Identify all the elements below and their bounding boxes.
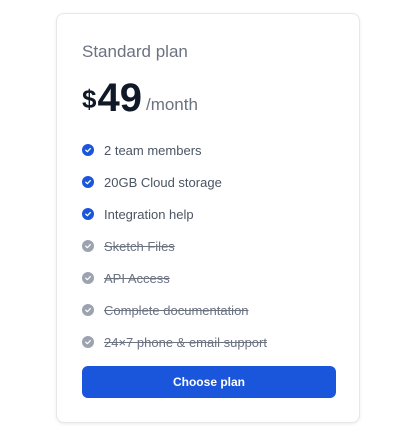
- price: $ 49 /month: [82, 74, 198, 118]
- feature-label: 24×7 phone & email support: [104, 334, 267, 350]
- check-circle-icon: [82, 208, 94, 220]
- feature-label: Integration help: [104, 206, 194, 222]
- feature-item: 24×7 phone & email support: [82, 326, 342, 358]
- feature-label: Sketch Files: [104, 238, 175, 254]
- feature-item: 20GB Cloud storage: [82, 166, 342, 198]
- feature-label: Complete documentation: [104, 302, 249, 318]
- price-currency: $: [82, 84, 97, 114]
- check-circle-icon: [82, 304, 94, 316]
- check-circle-icon: [82, 176, 94, 188]
- choose-plan-button[interactable]: Choose plan: [82, 366, 336, 398]
- feature-item: Sketch Files: [82, 230, 342, 262]
- check-circle-icon: [82, 144, 94, 156]
- feature-label: API Access: [104, 270, 170, 286]
- feature-item: 2 team members: [82, 134, 342, 166]
- feature-item: Complete documentation: [82, 294, 342, 326]
- check-circle-icon: [82, 272, 94, 284]
- feature-label: 2 team members: [104, 142, 202, 158]
- feature-item: Integration help: [82, 198, 342, 230]
- check-circle-icon: [82, 336, 94, 348]
- feature-list: 2 team members 20GB Cloud storage Integrat…: [82, 134, 342, 358]
- feature-item: API Access: [82, 262, 342, 294]
- feature-label: 20GB Cloud storage: [104, 174, 222, 190]
- check-circle-icon: [82, 240, 94, 252]
- pricing-card: Standard plan $ 49 /month 2 team members…: [56, 13, 360, 423]
- plan-name: Standard plan: [82, 42, 188, 61]
- price-amount: 49: [97, 76, 142, 120]
- price-period: /month: [145, 95, 198, 114]
